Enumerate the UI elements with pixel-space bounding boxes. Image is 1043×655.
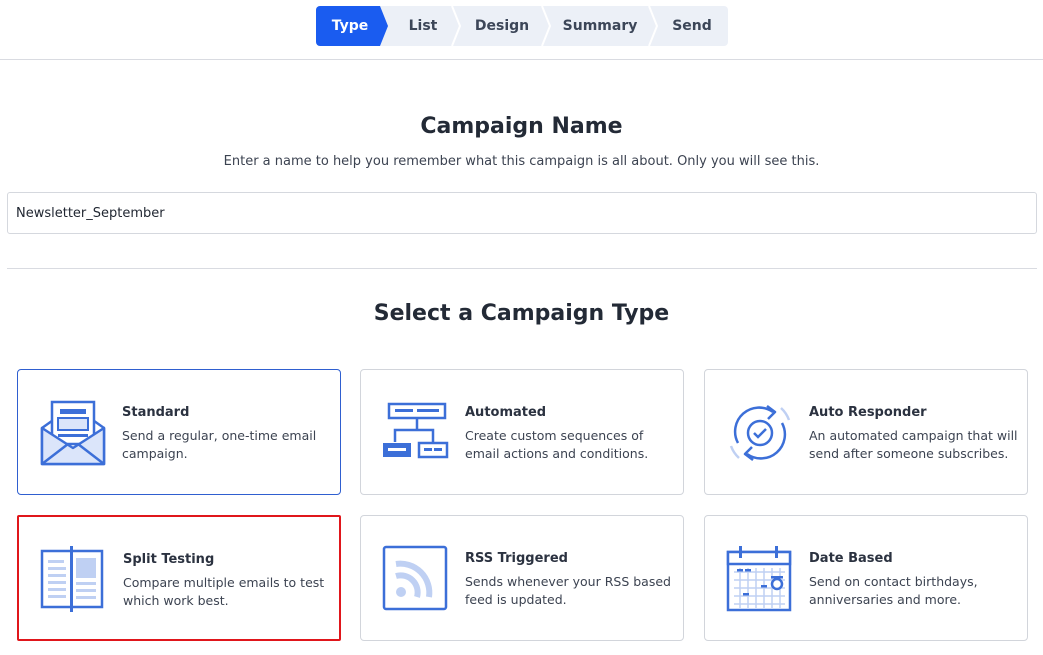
rss-icon xyxy=(382,545,448,611)
card-description: Compare multiple emails to test which wo… xyxy=(123,575,325,608)
wizard-header: Type List Design Summary Send xyxy=(0,0,1043,60)
campaign-type-card-standard[interactable]: Standard Send a regular, one-time email … xyxy=(17,369,341,495)
step-summary[interactable]: Summary xyxy=(548,6,652,46)
step-send[interactable]: Send xyxy=(658,6,726,46)
campaign-type-card-auto-responder[interactable]: Auto Responder An automated campaign tha… xyxy=(704,369,1028,495)
split-layout-icon xyxy=(40,546,104,612)
campaign-type-card-date-based[interactable]: Date Based Send on contact birthdays, an… xyxy=(704,515,1028,641)
card-title: Standard xyxy=(122,405,190,420)
card-title: Split Testing xyxy=(123,552,215,567)
step-design[interactable]: Design xyxy=(458,6,546,46)
envelope-icon xyxy=(40,400,106,466)
campaign-type-card-split-testing[interactable]: Split Testing Compare multiple emails to… xyxy=(17,515,341,641)
card-title: Automated xyxy=(465,405,547,420)
card-description: Send on contact birthdays, anniversaries… xyxy=(809,574,978,607)
section-divider xyxy=(7,268,1037,269)
card-title: RSS Triggered xyxy=(465,551,568,566)
calendar-icon xyxy=(726,546,792,612)
wizard-stepper: Type List Design Summary Send xyxy=(316,6,728,46)
step-type[interactable]: Type xyxy=(316,6,384,46)
card-title: Auto Responder xyxy=(809,405,927,420)
flowchart-icon xyxy=(383,402,449,459)
campaign-type-heading: Select a Campaign Type xyxy=(373,301,670,326)
card-description: Send a regular, one-time email campaign. xyxy=(122,428,317,461)
campaign-type-card-automated[interactable]: Automated Create custom sequences of ema… xyxy=(360,369,684,495)
card-title: Date Based xyxy=(809,551,893,566)
card-description: Sends whenever your RSS based feed is up… xyxy=(465,574,671,607)
refresh-check-icon xyxy=(729,405,791,461)
campaign-type-card-rss-triggered[interactable]: RSS Triggered Sends whenever your RSS ba… xyxy=(360,515,684,641)
card-description: An automated campaign that will send aft… xyxy=(809,428,1018,461)
campaign-name-input[interactable] xyxy=(7,192,1037,234)
campaign-name-heading: Campaign Name xyxy=(420,114,623,139)
step-list[interactable]: List xyxy=(388,6,458,46)
card-description: Create custom sequences of email actions… xyxy=(465,428,649,461)
campaign-name-help-text: Enter a name to help you remember what t… xyxy=(223,154,820,169)
